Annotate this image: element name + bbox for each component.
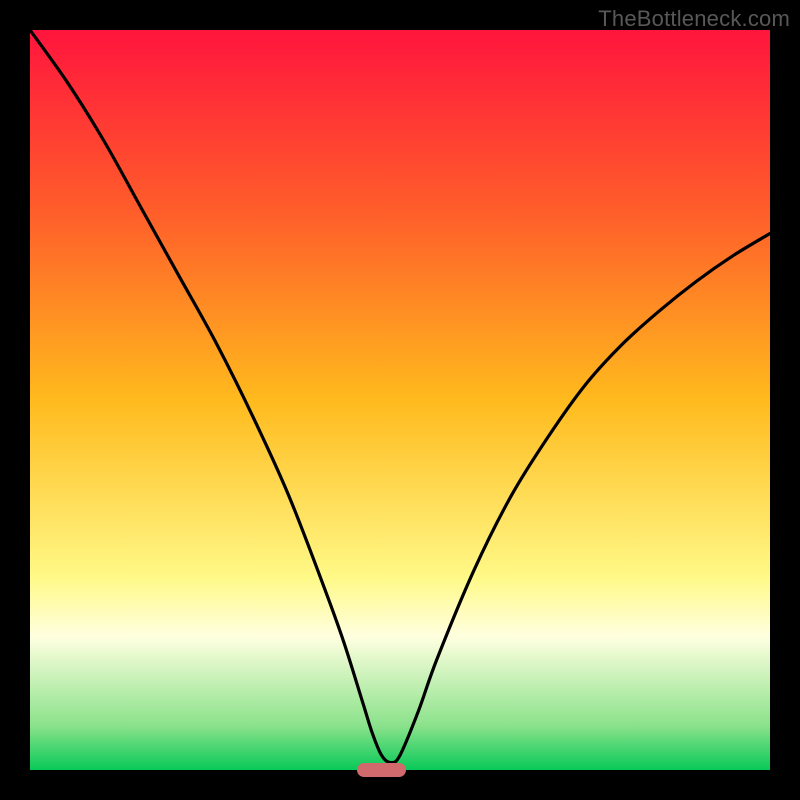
optimal-marker xyxy=(357,763,405,777)
watermark-text: TheBottleneck.com xyxy=(598,6,790,32)
plot-area xyxy=(30,30,770,770)
bottleneck-curve xyxy=(30,30,770,770)
chart-frame: TheBottleneck.com xyxy=(0,0,800,800)
